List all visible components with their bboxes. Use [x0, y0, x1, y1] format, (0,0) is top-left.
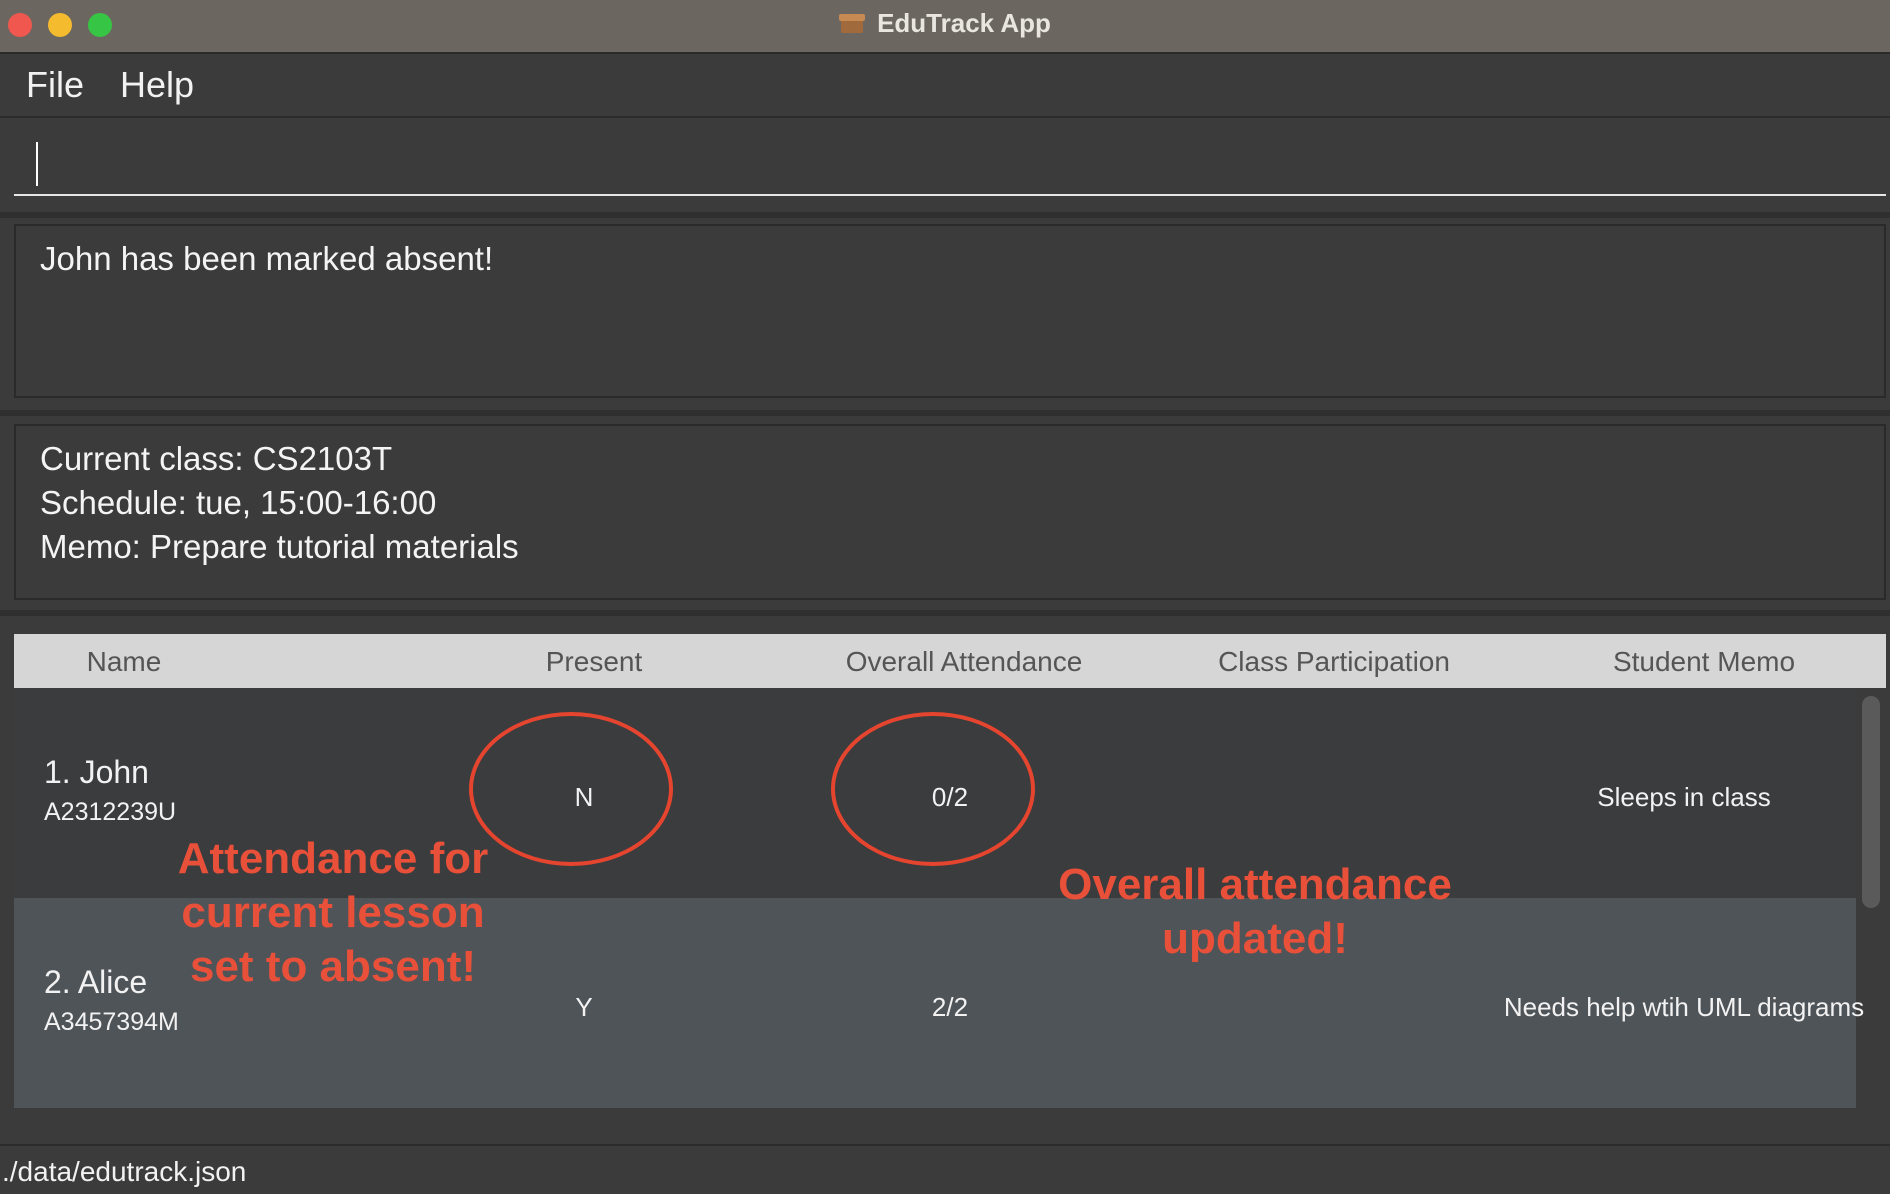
result-message: John has been marked absent! — [40, 240, 494, 277]
title-container: EduTrack App — [0, 0, 1890, 46]
overall-attendance-highlight-circle — [831, 712, 1035, 866]
column-header-name[interactable]: Name — [14, 646, 234, 678]
command-input[interactable] — [14, 128, 1886, 196]
column-header-overall-attendance[interactable]: Overall Attendance — [804, 646, 1124, 678]
table-header: Name Present Overall Attendance Class Pa… — [14, 634, 1886, 688]
overall-attendance-value: 2/2 — [931, 992, 969, 1022]
result-display: John has been marked absent! — [14, 224, 1886, 398]
annotation-line: Attendance for — [177, 834, 489, 883]
divider — [0, 610, 1890, 616]
column-header-class-participation[interactable]: Class Participation — [1174, 646, 1494, 678]
text-caret — [36, 142, 38, 186]
student-name: 1. John — [44, 754, 149, 790]
window-title: EduTrack App — [877, 7, 1051, 38]
menu-bar: File Help — [0, 54, 1890, 118]
vertical-scrollbar[interactable] — [1862, 696, 1880, 908]
app-icon — [839, 11, 866, 35]
menu-help[interactable]: Help — [120, 64, 194, 106]
student-memo-value: Needs help wtih UML diagrams — [1503, 992, 1865, 1022]
current-class-label: Current class: CS2103T — [40, 440, 393, 477]
student-memo-value: Sleeps in class — [1597, 782, 1771, 812]
command-area — [0, 118, 1890, 218]
app-window: EduTrack App File Help John has been mar… — [0, 0, 1890, 1194]
title-bar[interactable]: EduTrack App — [0, 0, 1890, 54]
annotation-line: current lesson — [181, 888, 485, 937]
annotation-overall-attendance-updated: Overall attendance updated! — [1040, 858, 1470, 966]
column-header-present[interactable]: Present — [434, 646, 754, 678]
status-bar: ./data/edutrack.json — [0, 1144, 1890, 1194]
student-name: 2. Alice — [44, 964, 148, 1000]
divider — [0, 410, 1890, 416]
class-memo-label: Memo: Prepare tutorial materials — [40, 528, 519, 565]
student-id: A3457394M — [44, 1008, 179, 1036]
annotation-line: set to absent! — [189, 942, 477, 991]
menu-file[interactable]: File — [26, 64, 84, 106]
student-id: A2312239U — [44, 798, 177, 826]
schedule-label: Schedule: tue, 15:00-16:00 — [40, 484, 437, 521]
class-info-panel: Current class: CS2103T Schedule: tue, 15… — [14, 424, 1886, 600]
present-value: Y — [575, 992, 593, 1022]
annotation-line: updated! — [1162, 914, 1348, 963]
annotation-attendance-current-lesson: Attendance for current lesson set to abs… — [150, 832, 516, 994]
data-file-path: ./data/edutrack.json — [2, 1156, 247, 1187]
column-header-student-memo[interactable]: Student Memo — [1544, 646, 1864, 678]
annotation-line: Overall attendance — [1058, 860, 1452, 909]
